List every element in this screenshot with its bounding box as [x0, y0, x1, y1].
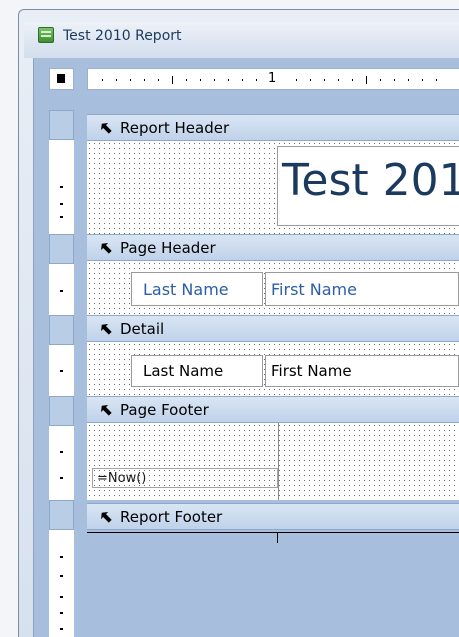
section-arrow-icon: [101, 123, 112, 134]
section-arrow-icon: [101, 512, 112, 523]
ruler-tick: [130, 79, 131, 81]
vruler-page-header-selector[interactable]: [49, 234, 74, 264]
section-page-header[interactable]: Page Header: [87, 234, 459, 261]
ruler-tick: [144, 79, 145, 81]
ruler-tick: [60, 370, 63, 372]
vruler-report-footer-selector[interactable]: [49, 500, 74, 530]
ruler-tick: [60, 290, 63, 292]
ruler-tick: [60, 186, 63, 188]
ruler-major-tick: [366, 76, 367, 84]
ruler-tick: [60, 575, 63, 577]
ruler-tick: [60, 451, 63, 453]
ruler-tick: [338, 79, 339, 81]
ruler-tick: [60, 477, 63, 479]
ruler-tick: [102, 79, 103, 81]
ruler-tick: [60, 628, 63, 630]
vruler-detail-selector[interactable]: [49, 315, 74, 345]
section-label: Page Footer: [120, 401, 209, 419]
ruler-tick: [394, 79, 395, 81]
grid-line: [278, 423, 279, 500]
ruler-tick: [186, 79, 187, 81]
now-textbox[interactable]: =Now(): [92, 468, 278, 488]
ruler-tick: [60, 216, 63, 218]
report-selector-icon: [57, 74, 65, 83]
select-report-button[interactable]: [49, 68, 74, 90]
ruler-tick: [116, 79, 117, 81]
section-arrow-icon: [101, 324, 112, 335]
ruler-tick: [380, 79, 381, 81]
ruler-tick: [60, 203, 63, 205]
report-title-label[interactable]: Test 2010 Report: [277, 146, 459, 226]
last-name-label[interactable]: Last Name: [131, 272, 263, 306]
vruler-page-footer-selector[interactable]: [49, 396, 74, 426]
ruler-tick: [60, 612, 63, 614]
last-name-textbox[interactable]: Last Name: [131, 355, 263, 387]
ruler-tick: [422, 79, 423, 81]
ruler-tick: [310, 79, 311, 81]
horizontal-ruler[interactable]: 1: [87, 68, 459, 90]
ruler-mark-1: 1: [268, 71, 277, 86]
section-label: Page Header: [120, 239, 216, 257]
page-footer-area[interactable]: [87, 423, 459, 500]
first-name-textbox[interactable]: First Name: [265, 355, 459, 387]
section-report-footer[interactable]: Report Footer: [87, 503, 459, 530]
ruler-major-tick: [172, 76, 173, 84]
section-label: Detail: [120, 320, 165, 338]
window-title: Test 2010 Report: [63, 28, 182, 44]
report-end-line: [87, 532, 459, 543]
ruler-tick: [60, 596, 63, 598]
ruler-tick: [158, 79, 159, 81]
ruler-tick: [242, 79, 243, 81]
section-page-footer[interactable]: Page Footer: [87, 396, 459, 423]
ruler-tick: [408, 79, 409, 81]
ruler-tick: [228, 79, 229, 81]
below-report-area: [87, 532, 459, 637]
section-label: Report Header: [120, 119, 230, 137]
ruler-tick: [200, 79, 201, 81]
section-label: Report Footer: [120, 508, 223, 526]
ruler-tick: [436, 79, 437, 81]
ruler-tick: [352, 79, 353, 81]
ruler-tick: [296, 79, 297, 81]
section-arrow-icon: [101, 243, 112, 254]
first-name-label[interactable]: First Name: [265, 272, 459, 306]
section-arrow-icon: [101, 405, 112, 416]
ruler-tick: [256, 79, 257, 81]
section-detail[interactable]: Detail: [87, 315, 459, 342]
section-report-header[interactable]: Report Header: [87, 114, 459, 141]
ruler-tick: [214, 79, 215, 81]
vruler-report-header-selector[interactable]: [49, 110, 74, 140]
report-icon: [38, 27, 54, 43]
report-design-window: Test 2010 Report 1 Report Header Test 20…: [0, 0, 459, 637]
ruler-tick: [60, 556, 63, 558]
ruler-tick: [324, 79, 325, 81]
